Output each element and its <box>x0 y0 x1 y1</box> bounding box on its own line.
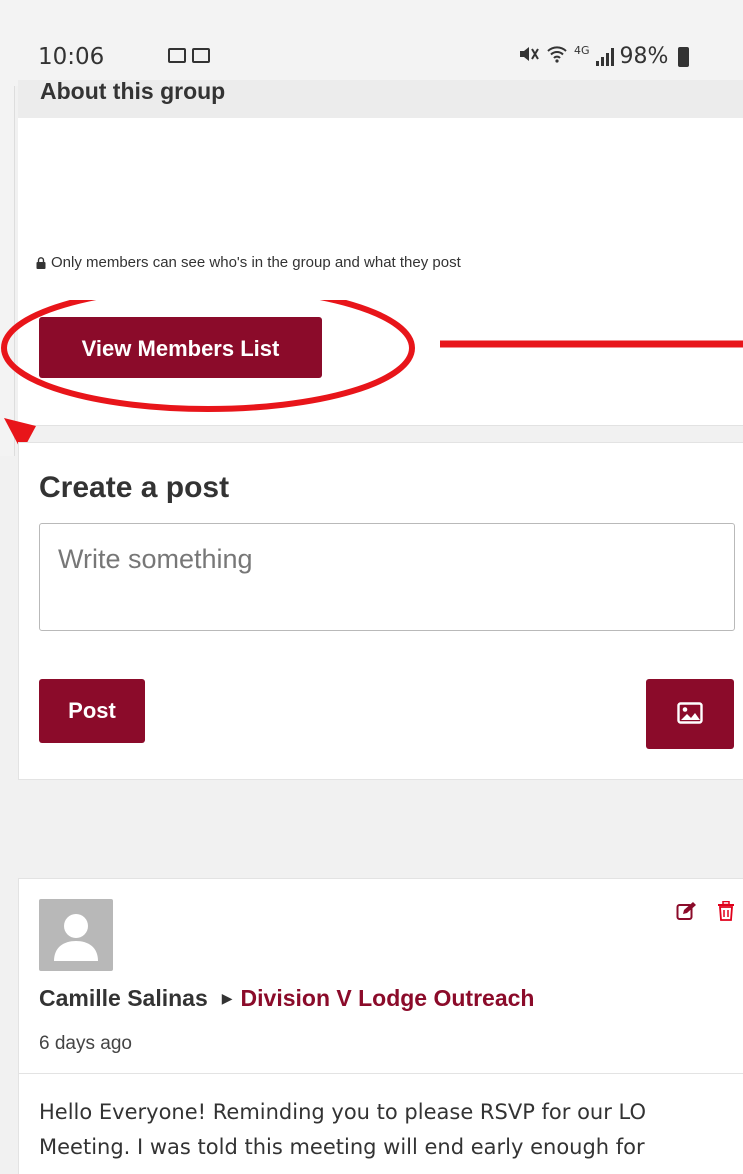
about-group-header: About this group <box>18 78 743 118</box>
notification-icons <box>168 48 210 63</box>
post-divider <box>19 1073 743 1074</box>
mute-icon <box>518 44 540 69</box>
gallery-icon <box>168 48 186 63</box>
signal-icon <box>595 47 614 66</box>
status-time: 10:06 <box>38 44 105 70</box>
edit-icon[interactable] <box>676 901 696 921</box>
about-group-title: About this group <box>40 78 226 104</box>
post-body: Hello Everyone! Reminding you to please … <box>39 1100 647 1159</box>
post-button[interactable]: Post <box>39 679 145 743</box>
caret-right-icon: ▶ <box>221 990 233 1006</box>
annotation-ellipse <box>1 300 415 412</box>
create-post-title: Create a post <box>39 471 230 504</box>
post-timestamp: 6 days ago <box>39 1033 132 1054</box>
privacy-note-text: Only members can see who's in the group … <box>51 254 461 271</box>
post-author-line: Camille Salinas ▶ Division V Lodge Outre… <box>39 985 534 1012</box>
status-bar: 10:06 4G 98% <box>0 0 743 86</box>
post-input[interactable] <box>39 523 735 631</box>
status-right: 4G 98% <box>518 44 690 69</box>
post-author-name[interactable]: Camille Salinas <box>39 985 208 1012</box>
create-post-card: Create a post Post <box>18 442 743 780</box>
network-type: 4G <box>574 44 590 57</box>
delete-icon[interactable] <box>717 900 735 921</box>
battery-icon <box>678 46 690 67</box>
battery-percent: 98% <box>619 44 669 69</box>
avatar-placeholder-icon <box>54 914 98 961</box>
privacy-note: Only members can see who's in the group … <box>36 254 461 271</box>
image-icon <box>677 701 703 727</box>
feed-post-card: Camille Salinas ▶ Division V Lodge Outre… <box>18 878 743 1174</box>
post-group-link[interactable]: Division V Lodge Outreach <box>241 985 535 1012</box>
lock-icon <box>36 256 46 269</box>
message-icon <box>192 48 210 63</box>
author-avatar[interactable] <box>39 899 113 971</box>
wifi-icon <box>546 44 568 69</box>
add-image-button[interactable] <box>646 679 734 749</box>
